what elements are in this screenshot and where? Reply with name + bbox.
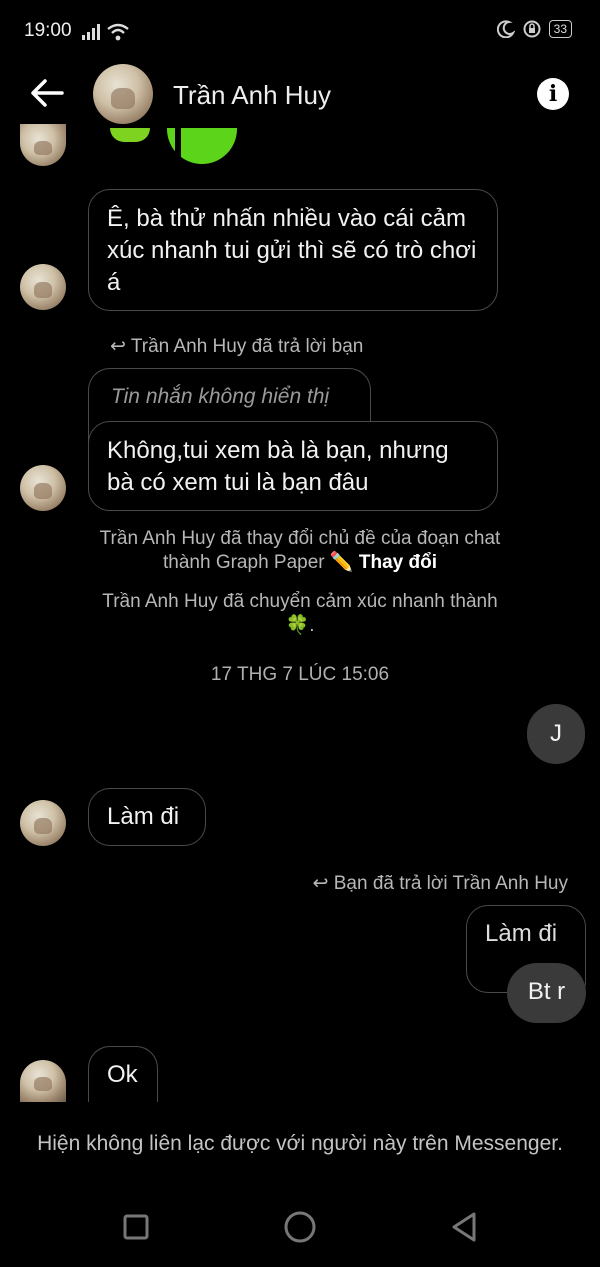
lock-rotation-icon <box>523 20 541 38</box>
avatar <box>20 465 66 511</box>
unavailable-notice: Hiện không liên lạc được với người này t… <box>37 1132 563 1155</box>
avatar <box>20 264 66 310</box>
circle-icon <box>284 1211 316 1243</box>
theme-change-notice: Trần Anh Huy đã thay đổi chủ đề của đoạn… <box>99 528 501 573</box>
status-time: 19:00 <box>24 20 72 41</box>
reply-arrow-icon: ↩ <box>312 873 329 894</box>
wifi-icon <box>106 22 130 47</box>
square-icon <box>123 1214 149 1240</box>
timestamp: 17 THG 7 LÚC 15:06 <box>210 664 390 685</box>
received-message[interactable]: Ok <box>88 1046 158 1102</box>
back-button[interactable] <box>30 78 64 108</box>
received-message[interactable]: Làm đi <box>88 788 206 846</box>
clover-icon: 🍀 <box>285 615 310 636</box>
sticker-fragment <box>167 128 237 164</box>
moon-icon <box>496 20 515 38</box>
sent-message[interactable]: Bt r <box>507 963 586 1023</box>
emoji-change-notice: Trần Anh Huy đã chuyển cảm xúc nhanh thà… <box>102 591 498 636</box>
change-theme-link[interactable]: Thay đổi <box>359 552 437 573</box>
home-button[interactable] <box>284 1211 316 1248</box>
contact-avatar[interactable] <box>93 64 153 124</box>
info-icon[interactable]: i <box>537 78 569 110</box>
sent-message[interactable]: J <box>527 704 585 764</box>
triangle-back-icon <box>452 1212 476 1242</box>
status-right: 33 <box>496 20 572 38</box>
avatar <box>20 124 66 166</box>
pencil-icon: ✏️ <box>329 552 354 573</box>
received-message[interactable]: Không,tui xem bà là bạn, nhưng bà có xem… <box>88 421 498 511</box>
reply-note: ↩ Trần Anh Huy đã trả lời bạn <box>110 336 364 357</box>
contact-name[interactable]: Trần Anh Huy <box>173 80 331 111</box>
sticker-fragment <box>110 128 150 142</box>
avatar <box>20 800 66 846</box>
reply-arrow-icon: ↩ <box>110 336 126 357</box>
battery-indicator: 33 <box>548 20 572 38</box>
signal-icon <box>82 24 102 45</box>
recent-apps-button[interactable] <box>123 1214 149 1245</box>
arrow-left-icon <box>31 79 64 107</box>
avatar <box>20 1060 66 1102</box>
reply-note: ↩ Bạn đã trả lời Trần Anh Huy <box>312 873 568 894</box>
back-nav-button[interactable] <box>450 1211 478 1248</box>
received-message[interactable]: Ê, bà thử nhấn nhiều vào cái cảm xúc nha… <box>88 189 498 311</box>
